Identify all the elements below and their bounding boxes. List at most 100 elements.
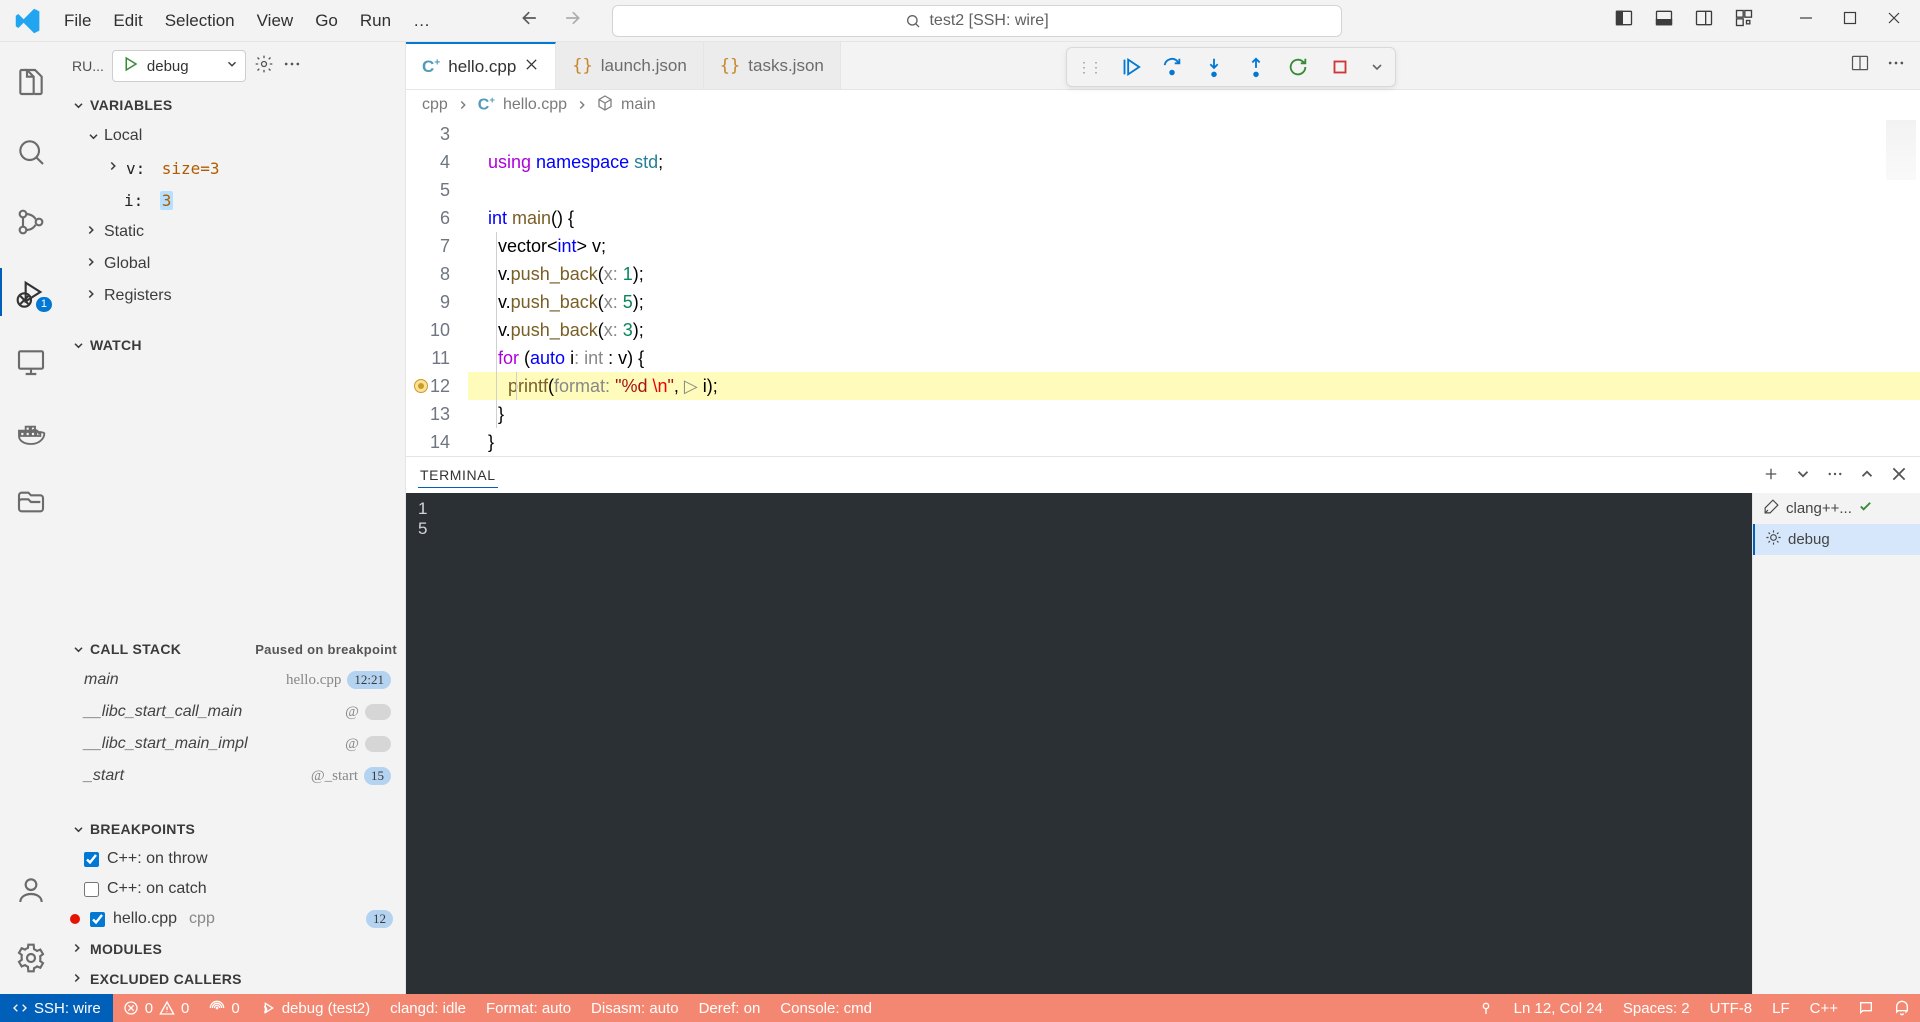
debug-toolbar[interactable]: ⋮⋮ bbox=[1066, 47, 1396, 87]
layout-customize-icon[interactable] bbox=[1734, 8, 1754, 33]
breakpoints-section[interactable]: BREAKPOINTS bbox=[62, 814, 405, 844]
editor-tab-launch.json[interactable]: {}launch.json bbox=[556, 42, 704, 89]
cursor-position[interactable]: Ln 12, Col 24 bbox=[1504, 1000, 1613, 1017]
menu-…[interactable]: … bbox=[403, 7, 440, 35]
variables-section[interactable]: VARIABLES bbox=[62, 90, 405, 120]
window-close-icon[interactable] bbox=[1886, 10, 1902, 31]
scm-icon[interactable] bbox=[0, 202, 62, 242]
terminal-more-icon[interactable] bbox=[1826, 465, 1844, 486]
terminal-item-clang++...[interactable]: clang++... bbox=[1753, 493, 1920, 524]
format-status[interactable]: Format: auto bbox=[476, 994, 581, 1022]
terminal-output[interactable]: 1 5 bbox=[406, 493, 1752, 994]
debug-icon[interactable]: 1 bbox=[0, 272, 62, 312]
status-pin-icon[interactable] bbox=[1468, 1000, 1504, 1016]
stop-icon[interactable] bbox=[1327, 54, 1353, 80]
breakpoint-C-on-catch[interactable]: C++: on catch bbox=[62, 874, 405, 904]
nav-back-icon[interactable] bbox=[520, 8, 540, 33]
var-i[interactable]: i: 3 bbox=[62, 184, 405, 216]
continue-icon[interactable] bbox=[1117, 54, 1143, 80]
watch-section[interactable]: WATCH bbox=[62, 330, 405, 360]
chevron-down-icon[interactable] bbox=[225, 57, 239, 76]
notifications-icon[interactable] bbox=[1884, 1000, 1920, 1016]
editor-tab-tasks.json[interactable]: {}tasks.json bbox=[704, 42, 841, 89]
layout-secondary-icon[interactable] bbox=[1694, 8, 1714, 33]
breakpoint-current-icon bbox=[414, 379, 428, 393]
terminal-dropdown-icon[interactable] bbox=[1794, 465, 1812, 486]
explorer-icon[interactable] bbox=[0, 62, 62, 102]
problems-indicator[interactable]: 0 0 bbox=[113, 994, 200, 1022]
terminal-item-debug[interactable]: debug bbox=[1753, 524, 1920, 555]
debug-settings-icon[interactable] bbox=[254, 54, 274, 79]
step-over-icon[interactable] bbox=[1159, 54, 1185, 80]
debug-side-panel: RU... debug VARIABLES Local v: size=3 i:… bbox=[62, 42, 406, 994]
layout-primary-icon[interactable] bbox=[1614, 8, 1634, 33]
var-v[interactable]: v: size=3 bbox=[62, 152, 405, 184]
scope-static[interactable]: Static bbox=[62, 216, 405, 248]
modules-section[interactable]: MODULES bbox=[62, 934, 405, 964]
encoding[interactable]: UTF-8 bbox=[1700, 1000, 1763, 1017]
code-editor[interactable]: 34567891011121314 using namespace std; i… bbox=[406, 120, 1920, 456]
remote-explorer-icon[interactable] bbox=[0, 342, 62, 382]
menu-file[interactable]: File bbox=[54, 7, 101, 35]
editor-more-icon[interactable] bbox=[1886, 53, 1906, 78]
settings-gear-icon[interactable] bbox=[0, 938, 62, 978]
excluded-callers-section[interactable]: EXCLUDED CALLERS bbox=[62, 964, 405, 994]
breadcrumb[interactable]: cpp C+ hello.cpp main bbox=[406, 90, 1920, 120]
layout-panel-icon[interactable] bbox=[1654, 8, 1674, 33]
command-center-search[interactable]: test2 [SSH: wire] bbox=[612, 5, 1342, 37]
drag-handle-icon[interactable]: ⋮⋮ bbox=[1077, 59, 1101, 76]
callstack-frame[interactable]: _start@_start15 bbox=[62, 760, 405, 792]
scope-registers[interactable]: Registers bbox=[62, 280, 405, 312]
window-maximize-icon[interactable] bbox=[1842, 10, 1858, 31]
callstack-section[interactable]: CALL STACKPaused on breakpoint bbox=[62, 634, 405, 664]
panel-close-icon[interactable] bbox=[1890, 465, 1908, 486]
editor-tab-hello.cpp[interactable]: C+hello.cpp bbox=[406, 42, 556, 89]
menu-selection[interactable]: Selection bbox=[155, 7, 245, 35]
feedback-icon[interactable] bbox=[1848, 1000, 1884, 1016]
remote-indicator[interactable]: SSH: wire bbox=[0, 994, 113, 1022]
callstack-frame[interactable]: __libc_start_call_main@ bbox=[62, 696, 405, 728]
split-editor-icon[interactable] bbox=[1850, 53, 1870, 78]
terminal-new-icon[interactable] bbox=[1762, 465, 1780, 486]
panel-maximize-icon[interactable] bbox=[1858, 465, 1876, 486]
ports-indicator[interactable]: 0 bbox=[199, 994, 249, 1022]
close-tab-icon[interactable] bbox=[524, 57, 539, 77]
scope-global[interactable]: Global bbox=[62, 248, 405, 280]
more-icon[interactable] bbox=[282, 54, 302, 79]
extensions-explorer-icon[interactable] bbox=[0, 482, 62, 522]
docker-icon[interactable] bbox=[0, 412, 62, 452]
step-into-icon[interactable] bbox=[1201, 54, 1227, 80]
callstack-frame[interactable]: mainhello.cpp12:21 bbox=[62, 664, 405, 696]
step-out-icon[interactable] bbox=[1243, 54, 1269, 80]
clangd-status[interactable]: clangd: idle bbox=[380, 994, 476, 1022]
breakpoint-checkbox[interactable] bbox=[84, 882, 99, 897]
callstack-frame[interactable]: __libc_start_main_impl@ bbox=[62, 728, 405, 760]
menu-go[interactable]: Go bbox=[305, 7, 348, 35]
window-minimize-icon[interactable] bbox=[1798, 10, 1814, 31]
breakpoint-checkbox[interactable] bbox=[84, 852, 99, 867]
minimap[interactable] bbox=[1886, 120, 1916, 180]
eol[interactable]: LF bbox=[1762, 1000, 1800, 1017]
account-icon[interactable] bbox=[0, 870, 62, 910]
restart-icon[interactable] bbox=[1285, 54, 1311, 80]
debug-status[interactable]: debug (test2) bbox=[250, 994, 380, 1022]
deref-status[interactable]: Deref: on bbox=[689, 994, 771, 1022]
disasm-status[interactable]: Disasm: auto bbox=[581, 994, 689, 1022]
panel-tab-terminal[interactable]: TERMINAL bbox=[418, 463, 498, 488]
start-debug-icon[interactable] bbox=[121, 55, 139, 78]
nav-arrows bbox=[520, 8, 582, 33]
indentation[interactable]: Spaces: 2 bbox=[1613, 1000, 1700, 1017]
breakpoint-C-on-throw[interactable]: C++: on throw bbox=[62, 844, 405, 874]
language-mode[interactable]: C++ bbox=[1800, 1000, 1848, 1017]
console-status[interactable]: Console: cmd bbox=[770, 994, 882, 1022]
debug-toolbar-chevron-icon[interactable] bbox=[1369, 54, 1385, 80]
scope-local[interactable]: Local bbox=[62, 120, 405, 152]
menu-edit[interactable]: Edit bbox=[103, 7, 152, 35]
search-icon[interactable] bbox=[0, 132, 62, 172]
breakpoint-file[interactable]: hello.cpp cpp 12 bbox=[62, 904, 405, 934]
breakpoint-file-checkbox[interactable] bbox=[90, 912, 105, 927]
nav-forward-icon[interactable] bbox=[562, 8, 582, 33]
debug-config-selector[interactable]: debug bbox=[112, 50, 246, 82]
menu-view[interactable]: View bbox=[247, 7, 304, 35]
menu-run[interactable]: Run bbox=[350, 7, 401, 35]
